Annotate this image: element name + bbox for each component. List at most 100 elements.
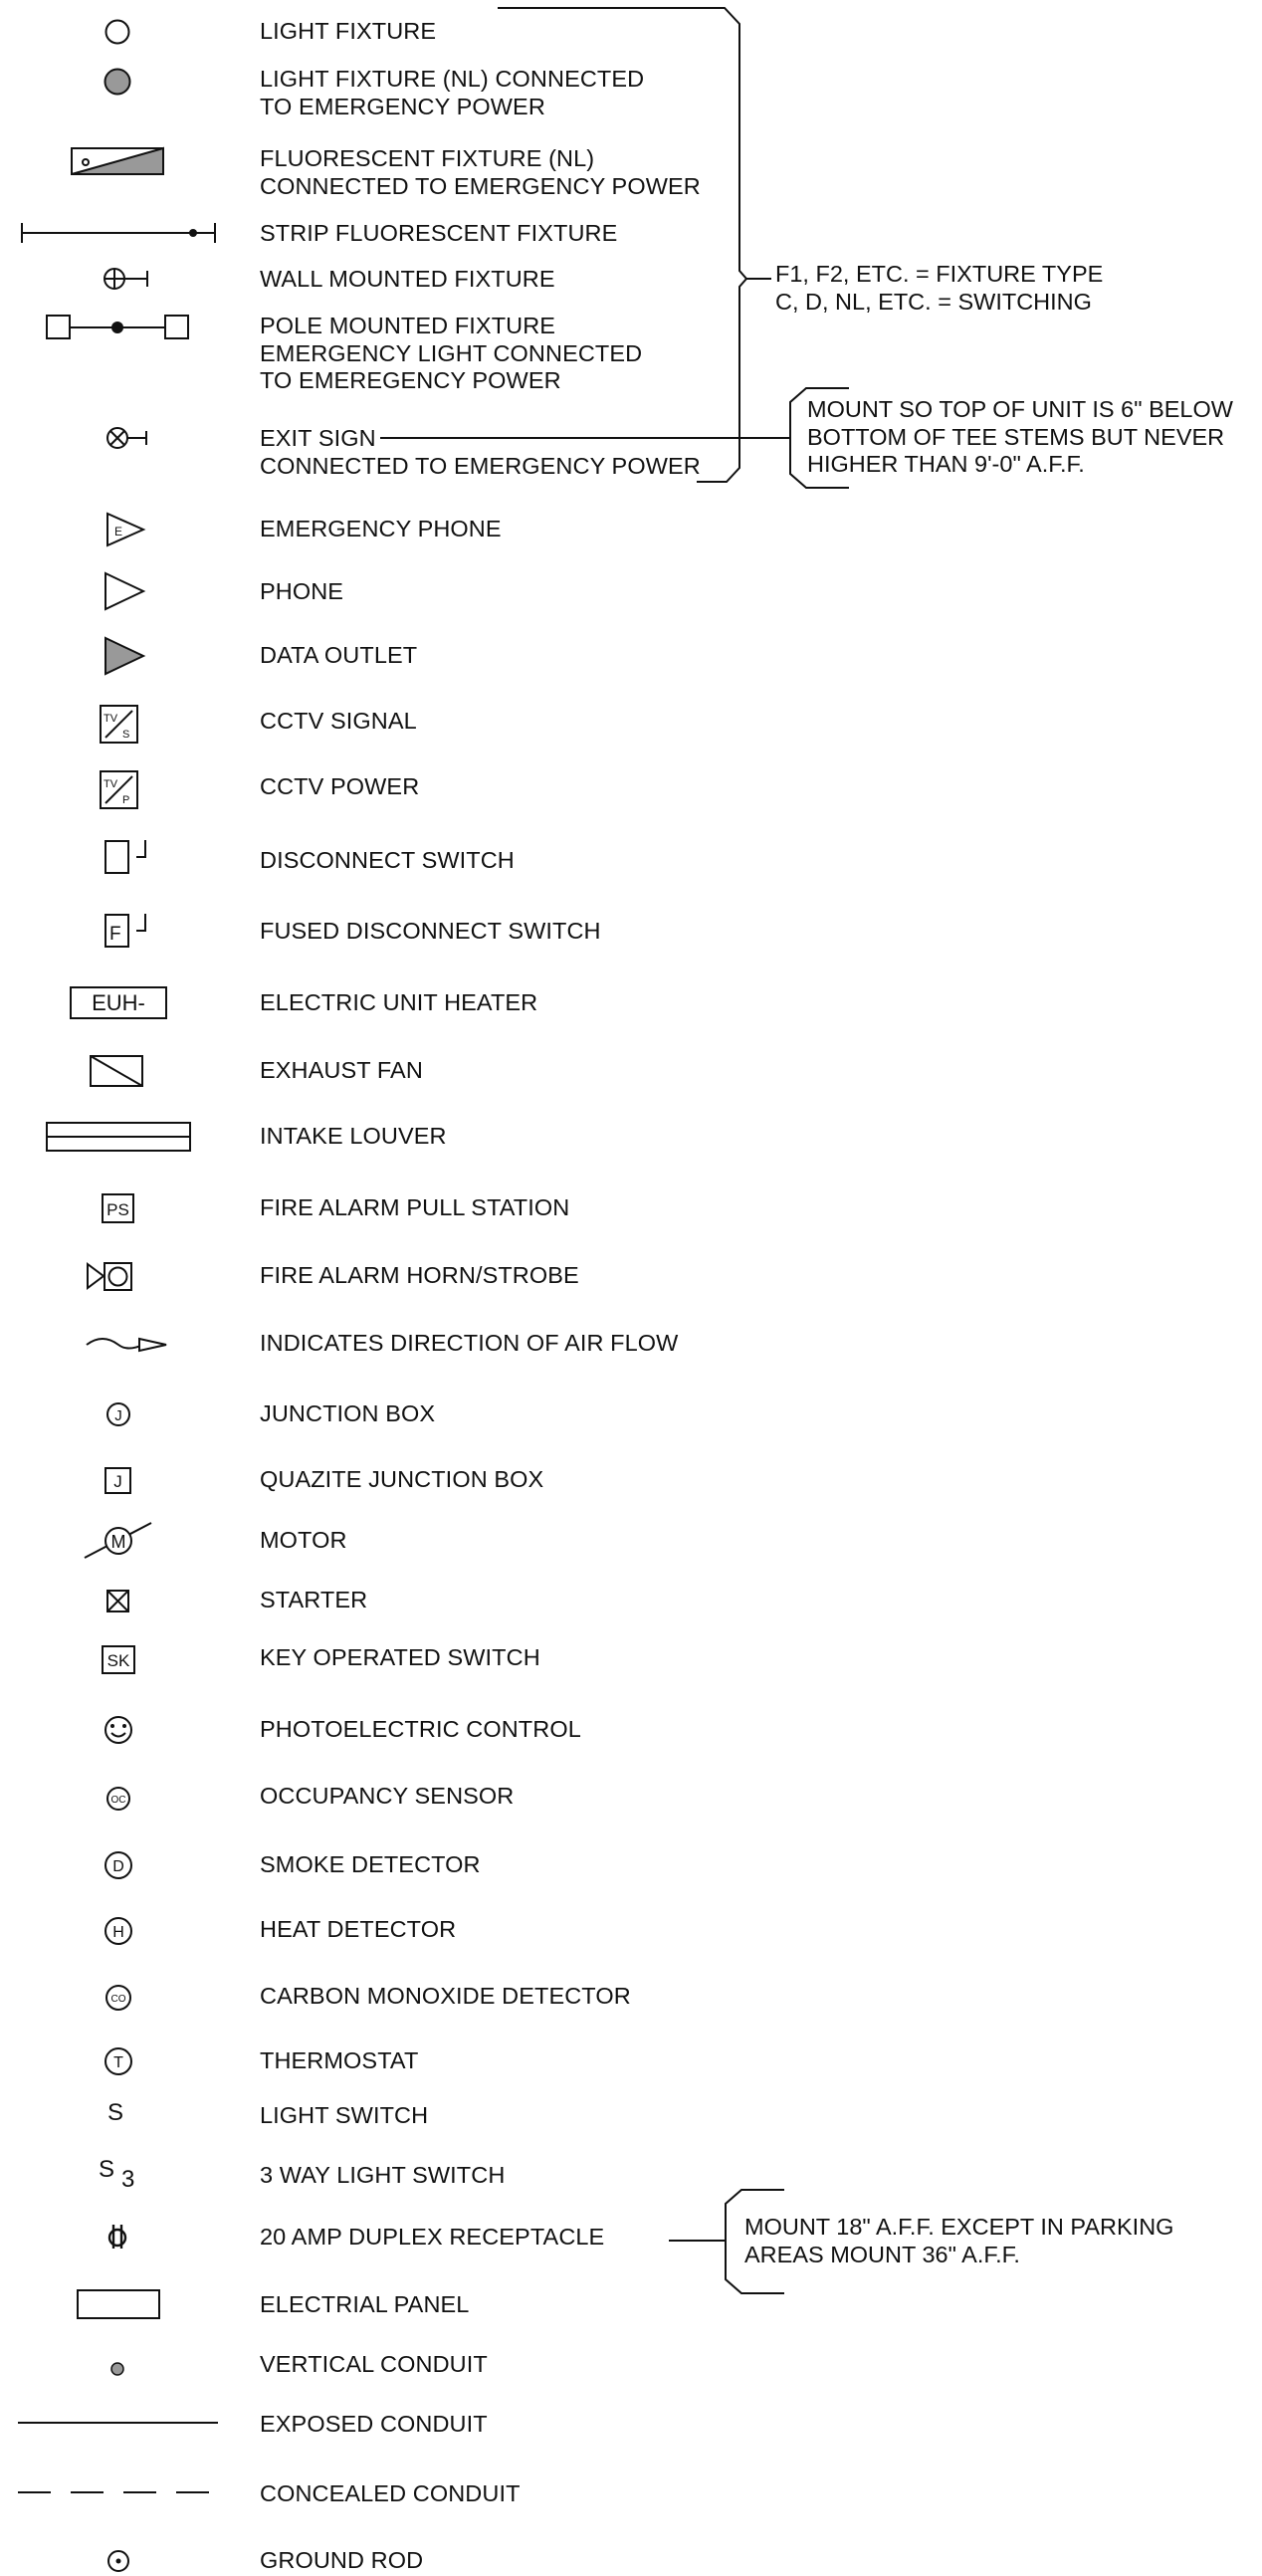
legend-label-line: POLE MOUNTED FIXTURE — [260, 313, 556, 338]
light-fixture-icon — [105, 19, 130, 45]
legend-label-quazite-junction-box: QUAZITE JUNCTION BOX — [260, 1466, 543, 1494]
legend-label-three-way-light-switch: 3 WAY LIGHT SWITCH — [260, 2162, 505, 2190]
legend-label-line: DATA OUTLET — [260, 642, 418, 668]
legend-label-line: EXIT SIGN — [260, 425, 376, 451]
legend-label-carbon-monoxide-detector: CARBON MONOXIDE DETECTOR — [260, 1983, 631, 2011]
legend-label-exposed-conduit: EXPOSED CONDUIT — [260, 2411, 488, 2439]
legend-label-line: STARTER — [260, 1587, 368, 1612]
legend-label-line: FUSED DISCONNECT SWITCH — [260, 918, 601, 944]
co-detector-icon: CO — [105, 1985, 131, 2011]
legend-label-light-switch: LIGHT SWITCH — [260, 2102, 428, 2130]
svg-text:OC: OC — [111, 1795, 126, 1806]
exit-note-line: BOTTOM OF TEE STEMS BUT NEVER — [807, 423, 1225, 450]
receptacle-mounting-note: MOUNT 18" A.F.F. EXCEPT IN PARKING AREAS… — [744, 2214, 1173, 2268]
pole-mounted-fixture-icon — [46, 315, 189, 339]
legend-label-electric-unit-heater: ELECTRIC UNIT HEATER — [260, 989, 537, 1017]
legend-label-line: CCTV POWER — [260, 773, 420, 799]
svg-text:EUH-: EUH- — [92, 990, 145, 1015]
legend-label-line: LIGHT FIXTURE (NL) CONNECTED — [260, 66, 645, 92]
legend-label-line: EMERGENCY PHONE — [260, 516, 502, 541]
svg-text:T: T — [113, 2054, 123, 2071]
junction-box-icon: J — [106, 1402, 130, 1426]
svg-text:D: D — [112, 1858, 124, 1875]
legend-label-line: QUAZITE JUNCTION BOX — [260, 1466, 544, 1492]
cctv-power-icon: TV P — [100, 770, 138, 809]
legend-label-line: ELECTRIC UNIT HEATER — [260, 989, 538, 1015]
phone-icon — [105, 571, 146, 611]
legend-label-line: 3 WAY LIGHT SWITCH — [260, 2162, 506, 2188]
legend-label-fire-alarm-horn-strobe: FIRE ALARM HORN/STROBE — [260, 1262, 579, 1290]
fixture-type-note: F1, F2, ETC. = FIXTURE TYPE C, D, NL, ET… — [775, 261, 1103, 316]
legend-label-line: STRIP FLUORESCENT FIXTURE — [260, 220, 618, 246]
motor-icon: M — [84, 1522, 152, 1559]
legend-label-line: CONNECTED TO EMERGENCY POWER — [260, 172, 701, 199]
legend-label-cctv-power: CCTV POWER — [260, 773, 419, 801]
svg-text:H: H — [112, 1924, 124, 1941]
legend-label-line: CONCEALED CONDUIT — [260, 2480, 521, 2506]
legend-label-intake-louver: INTAKE LOUVER — [260, 1123, 447, 1151]
ground-rod-icon — [107, 2550, 129, 2572]
legend-label-fire-alarm-pull-station: FIRE ALARM PULL STATION — [260, 1194, 569, 1222]
svg-text:SK: SK — [107, 1651, 130, 1670]
light-switch-icon: S — [107, 2099, 123, 2126]
legend-label-line: CCTV SIGNAL — [260, 708, 417, 734]
strip-fluorescent-icon — [21, 223, 216, 243]
heat-detector-icon: H — [105, 1917, 132, 1945]
legend-label-exit-sign: EXIT SIGN CONNECTED TO EMERGENCY POWER — [260, 425, 701, 480]
svg-text:S: S — [107, 2099, 123, 2126]
legend-label-line: 20 AMP DUPLEX RECEPTACLE — [260, 2224, 605, 2250]
legend-label-line: INTAKE LOUVER — [260, 1123, 447, 1149]
legend-label-wall-mounted-fixture: WALL MOUNTED FIXTURE — [260, 266, 555, 294]
legend-label-data-outlet: DATA OUTLET — [260, 642, 417, 670]
legend-label-duplex-receptacle: 20 AMP DUPLEX RECEPTACLE — [260, 2224, 604, 2252]
legend-label-line: EXHAUST FAN — [260, 1057, 423, 1083]
legend-label-line: SMOKE DETECTOR — [260, 1851, 481, 1877]
legend-label-line: VERTICAL CONDUIT — [260, 2351, 488, 2377]
key-switch-icon: SK — [102, 1645, 135, 1674]
svg-text:TV: TV — [104, 778, 118, 790]
legend-label-starter: STARTER — [260, 1587, 367, 1614]
legend-label-smoke-detector: SMOKE DETECTOR — [260, 1851, 481, 1879]
legend-label-line: KEY OPERATED SWITCH — [260, 1644, 540, 1670]
legend-label-line: DISCONNECT SWITCH — [260, 847, 515, 873]
legend-label-line: MOTOR — [260, 1527, 347, 1553]
starter-icon — [106, 1590, 129, 1612]
legend-label-line: PHONE — [260, 578, 344, 604]
smoke-detector-icon: D — [105, 1851, 132, 1879]
legend-label-disconnect-switch: DISCONNECT SWITCH — [260, 847, 515, 875]
legend-label-occupancy-sensor: OCCUPANCY SENSOR — [260, 1783, 514, 1811]
legend-label-ground-rod: GROUND ROD — [260, 2547, 423, 2575]
legend-label-phone: PHONE — [260, 578, 343, 606]
pull-station-icon: PS — [102, 1193, 134, 1223]
receptacle-note-line: MOUNT 18" A.F.F. EXCEPT IN PARKING — [744, 2214, 1174, 2240]
legend-label-line: ELECTRIAL PANEL — [260, 2291, 470, 2317]
air-flow-arrow-icon — [86, 1337, 167, 1353]
legend-label-vertical-conduit: VERTICAL CONDUIT — [260, 2351, 488, 2379]
thermostat-icon: T — [105, 2047, 132, 2075]
legend-label-air-flow-direction: INDICATES DIRECTION OF AIR FLOW — [260, 1330, 678, 1358]
svg-text:TV: TV — [104, 713, 118, 725]
legend-label-line: HEAT DETECTOR — [260, 1916, 457, 1942]
fixture-note-line: F1, F2, ETC. = FIXTURE TYPE — [775, 261, 1104, 287]
emergency-light-fixture-icon — [104, 68, 131, 96]
electric-unit-heater-icon: EUH- — [70, 986, 167, 1019]
legend-label-light-fixture: LIGHT FIXTURE — [260, 18, 436, 46]
data-outlet-icon — [105, 636, 146, 676]
legend-label-fluorescent-fixture-nl: FLUORESCENT FIXTURE (NL) CONNECTED TO EME… — [260, 145, 701, 200]
fused-disconnect-switch-icon: F — [105, 914, 146, 948]
legend-label-fused-disconnect-switch: FUSED DISCONNECT SWITCH — [260, 918, 601, 946]
svg-text:P: P — [122, 794, 129, 806]
legend-label-line: EMERGENCY LIGHT CONNECTED — [260, 339, 643, 366]
fixture-note-line: C, D, NL, ETC. = SWITCHING — [775, 288, 1092, 315]
legend-label-line: EXPOSED CONDUIT — [260, 2411, 488, 2437]
photoelectric-control-icon — [105, 1716, 132, 1744]
exit-sign-icon — [106, 427, 147, 449]
emergency-phone-icon: E — [106, 512, 146, 547]
legend-label-line: LIGHT SWITCH — [260, 2102, 429, 2128]
legend-label-line: CONNECTED TO EMERGENCY POWER — [260, 452, 701, 479]
legend-label-exhaust-fan: EXHAUST FAN — [260, 1057, 423, 1085]
legend-label-line: TO EMERGENCY POWER — [260, 93, 545, 119]
svg-text:CO: CO — [111, 1994, 126, 2005]
horn-strobe-icon — [87, 1262, 132, 1291]
svg-text:S: S — [122, 729, 129, 741]
